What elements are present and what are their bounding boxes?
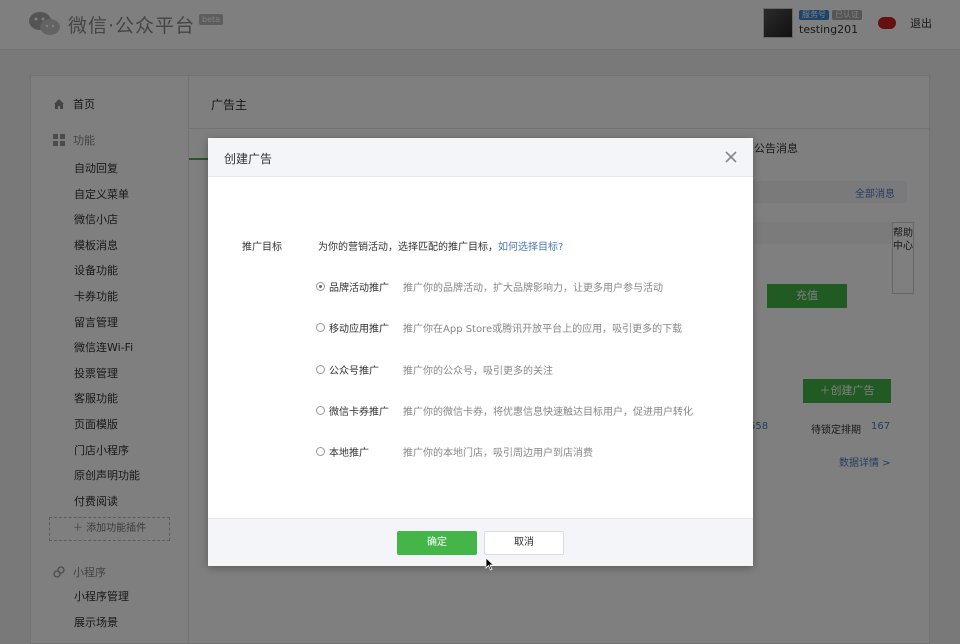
create-ad-dialog: 创建广告 推广目标 为你的营销活动，选择匹配的推广目标，如何选择目标? 品牌活动… — [208, 138, 753, 566]
mouse-cursor-icon — [485, 557, 495, 571]
option-local[interactable]: 本地推广 推广你的本地门店，吸引周边用户到店消费 — [316, 444, 593, 459]
radio-brand[interactable] — [316, 282, 325, 291]
how-to-choose-link[interactable]: 如何选择目标? — [498, 242, 563, 253]
cancel-button[interactable]: 取消 — [484, 531, 564, 555]
option-app[interactable]: 移动应用推广 推广你在App Store或腾讯开放平台上的应用，吸引更多的下载 — [316, 320, 682, 335]
option-official-account[interactable]: 公众号推广 推广你的公众号，吸引更多的关注 — [316, 362, 553, 377]
confirm-button[interactable]: 确定 — [397, 531, 477, 555]
close-icon[interactable] — [723, 149, 739, 165]
dialog-title: 创建广告 — [224, 152, 273, 166]
radio-card[interactable] — [316, 406, 325, 415]
dialog-body: 推广目标 为你的营销活动，选择匹配的推广目标，如何选择目标? 品牌活动推广 推广… — [208, 178, 753, 518]
radio-official-account[interactable] — [316, 365, 325, 374]
option-card[interactable]: 微信卡券推广 推广你的微信卡券，将优惠信息快速触达目标用户，促进用户转化 — [316, 403, 693, 418]
option-brand[interactable]: 品牌活动推广 推广你的品牌活动，扩大品牌影响力，让更多用户参与活动 — [316, 279, 663, 294]
dialog-footer: 确定 取消 — [208, 518, 753, 566]
dialog-header: 创建广告 — [208, 138, 753, 177]
radio-local[interactable] — [316, 447, 325, 456]
target-tip: 为你的营销活动，选择匹配的推广目标，如何选择目标? — [318, 242, 564, 253]
target-label: 推广目标 — [242, 242, 282, 253]
radio-app[interactable] — [316, 323, 325, 332]
